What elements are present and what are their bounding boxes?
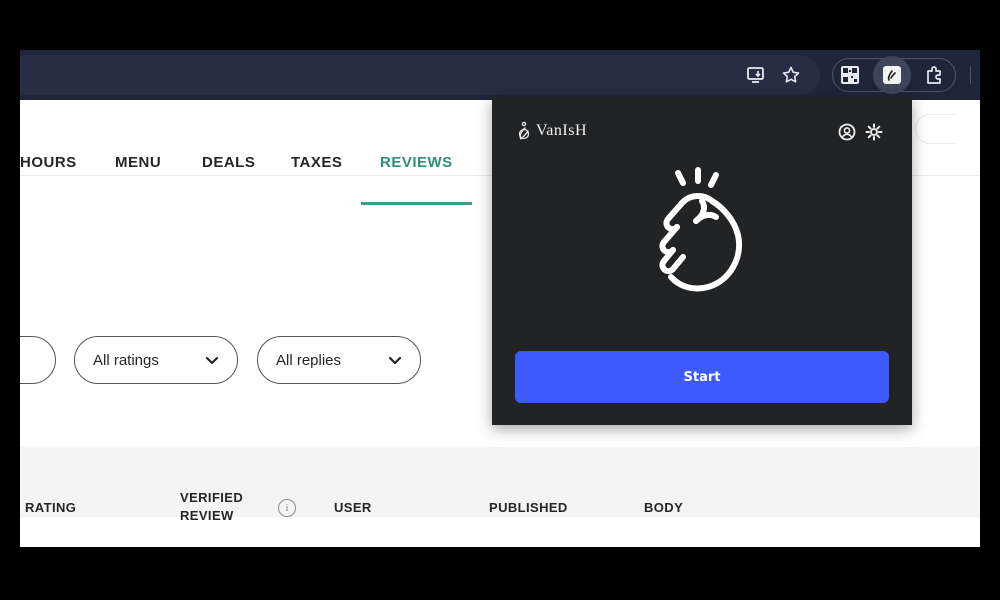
tab-deals[interactable]: DEALS <box>202 154 255 171</box>
header-control[interactable] <box>915 114 955 144</box>
tab-hours[interactable]: HOURS <box>20 154 77 171</box>
replies-filter-dropdown[interactable]: All replies <box>257 336 421 384</box>
ratings-filter-label: All ratings <box>93 351 159 369</box>
gear-icon[interactable] <box>865 123 883 146</box>
info-icon[interactable]: i <box>278 499 296 517</box>
chevron-down-icon <box>203 351 221 373</box>
address-bar[interactable] <box>20 55 820 95</box>
chevron-down-icon <box>386 351 404 373</box>
tab-reviews[interactable]: REVIEWS <box>380 154 453 171</box>
replies-filter-label: All replies <box>276 351 342 369</box>
tab-menu[interactable]: MENU <box>115 154 161 171</box>
tab-taxes[interactable]: TAXES <box>291 154 342 171</box>
bookmark-star-icon[interactable] <box>780 64 802 86</box>
toolbar-divider <box>970 66 971 84</box>
start-button[interactable]: Start <box>515 351 889 403</box>
table-header <box>20 517 980 547</box>
brand-logo: VanIsH <box>516 121 587 141</box>
active-tab-indicator <box>361 202 472 205</box>
column-user[interactable]: USER <box>334 499 372 517</box>
browser-toolbar <box>20 50 980 100</box>
account-icon[interactable] <box>838 123 856 146</box>
column-body[interactable]: BODY <box>644 499 683 517</box>
ratings-filter-dropdown[interactable]: All ratings <box>74 336 238 384</box>
extensions-puzzle-icon[interactable] <box>923 64 945 86</box>
qr-code-extension-icon[interactable] <box>839 64 861 86</box>
column-published[interactable]: PUBLISHED <box>489 499 568 517</box>
column-verified-review[interactable]: VERIFIED REVIEW <box>180 489 243 525</box>
vanish-logo-icon <box>518 121 530 140</box>
vanish-extension-icon[interactable] <box>881 64 903 86</box>
browser-window: HOURS MENU DEALS TAXES REVIEWS All ratin… <box>20 50 980 547</box>
brand-name: VanIsH <box>536 122 587 139</box>
vanish-extension-popup: VanIsH Start <box>492 97 912 425</box>
video-frame: HOURS MENU DEALS TAXES REVIEWS All ratin… <box>0 0 1000 600</box>
finger-snap-icon <box>659 167 743 292</box>
column-rating[interactable]: RATING <box>25 499 76 517</box>
install-app-icon[interactable] <box>745 64 767 86</box>
